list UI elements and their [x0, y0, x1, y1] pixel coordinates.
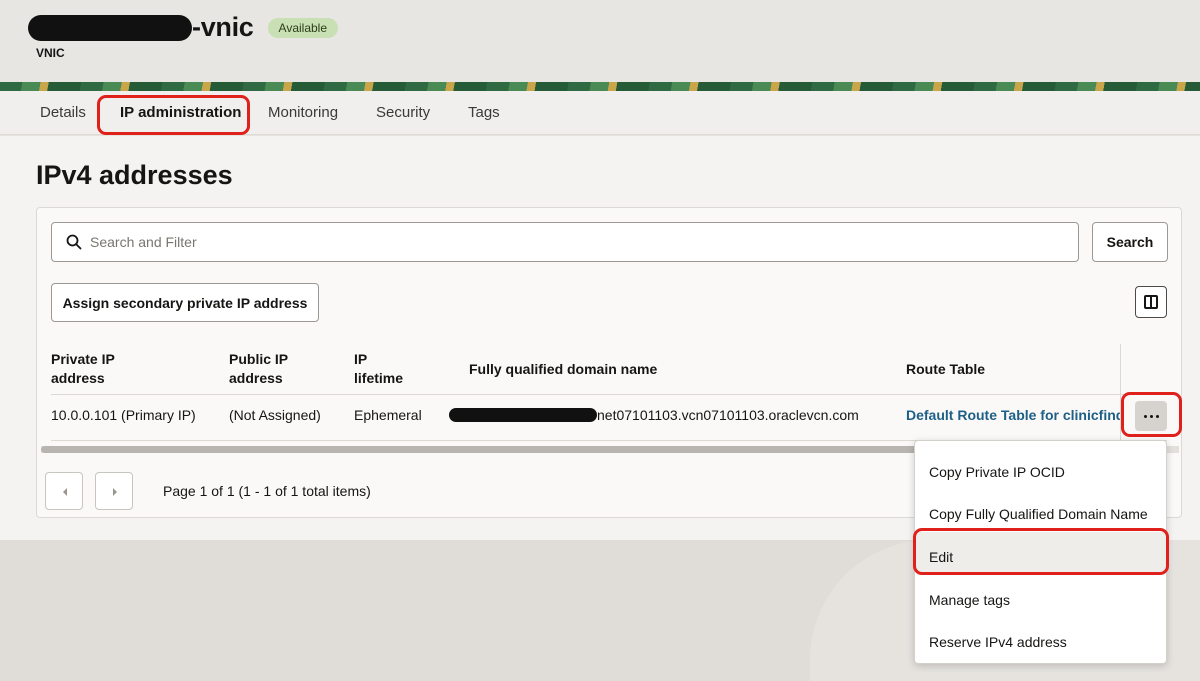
cell-fqdn: net07101103.vcn07101103.oraclevcn.com	[449, 407, 859, 423]
tab-ip-administration[interactable]: IP administration	[120, 104, 241, 121]
column-header-label: Public IP address	[229, 351, 289, 386]
column-header-fqdn: Fully qualified domain name	[469, 360, 657, 379]
page-title: IPv4 addresses	[36, 160, 233, 190]
column-header-route-table: Route Table	[906, 360, 985, 379]
tab-security[interactable]: Security	[376, 104, 430, 121]
redacted-name	[28, 14, 192, 41]
fqdn-suffix: net07101103.vcn07101103.oraclevcn.com	[597, 407, 859, 423]
menu-item-copy-fqdn[interactable]: Copy Fully Qualified Domain Name	[915, 489, 1166, 529]
search-button[interactable]: Search	[1092, 222, 1168, 262]
column-header-label: IP lifetime	[354, 351, 404, 386]
search-box	[51, 222, 1079, 262]
search-input[interactable]	[90, 223, 1070, 261]
cell-public-ip: (Not Assigned)	[229, 407, 321, 423]
assign-secondary-ip-button[interactable]: Assign secondary private IP address	[51, 283, 319, 322]
status-badge: Available	[267, 17, 339, 38]
chevron-right-icon	[113, 488, 117, 496]
page-header: -vnic Available VNIC	[0, 0, 1200, 82]
scrollbar-thumb[interactable]	[41, 446, 921, 453]
column-header-label: Fully qualified domain name	[469, 361, 658, 377]
chevron-left-icon	[63, 488, 67, 496]
tab-details[interactable]: Details	[40, 104, 86, 121]
redacted-fqdn-prefix	[449, 408, 597, 422]
column-header-private-ip: Private IP address	[51, 350, 115, 388]
row-actions-icon[interactable]	[1135, 401, 1167, 431]
tab-tags[interactable]: Tags	[468, 104, 500, 121]
route-table-link[interactable]: Default Route Table for clinicfind	[906, 407, 1120, 423]
search-icon	[66, 234, 82, 250]
column-header-lifetime: IP lifetime	[354, 350, 403, 388]
menu-item-edit[interactable]: Edit	[915, 532, 1166, 572]
menu-item-reserve-ipv4[interactable]: Reserve IPv4 address	[915, 617, 1166, 657]
column-header-label: Private IP address	[51, 351, 115, 386]
columns-icon[interactable]	[1135, 286, 1167, 318]
menu-item-manage-tags[interactable]: Manage tags	[915, 575, 1166, 615]
header-divider	[51, 394, 1167, 395]
cell-private-ip: 10.0.0.101 (Primary IP)	[51, 407, 196, 423]
row-actions-menu: Copy Private IP OCID Copy Fully Qualifie…	[914, 440, 1167, 664]
column-divider	[1120, 344, 1121, 440]
previous-page-button[interactable]	[45, 472, 83, 510]
resource-type-label: VNIC	[36, 46, 65, 60]
tab-bar: Details IP administration Monitoring Sec…	[0, 91, 1200, 135]
tab-monitoring[interactable]: Monitoring	[268, 104, 338, 121]
menu-item-copy-private-ip-ocid[interactable]: Copy Private IP OCID	[915, 447, 1166, 487]
column-header-public-ip: Public IP address	[229, 350, 288, 388]
cell-lifetime: Ephemeral	[354, 407, 422, 423]
resource-title: -vnic Available	[28, 12, 339, 43]
decorative-banner	[0, 82, 1200, 91]
pagination-status: Page 1 of 1 (1 - 1 of 1 total items)	[163, 483, 371, 499]
next-page-button[interactable]	[95, 472, 133, 510]
title-suffix: -vnic	[192, 12, 254, 42]
column-header-label: Route Table	[906, 361, 986, 377]
